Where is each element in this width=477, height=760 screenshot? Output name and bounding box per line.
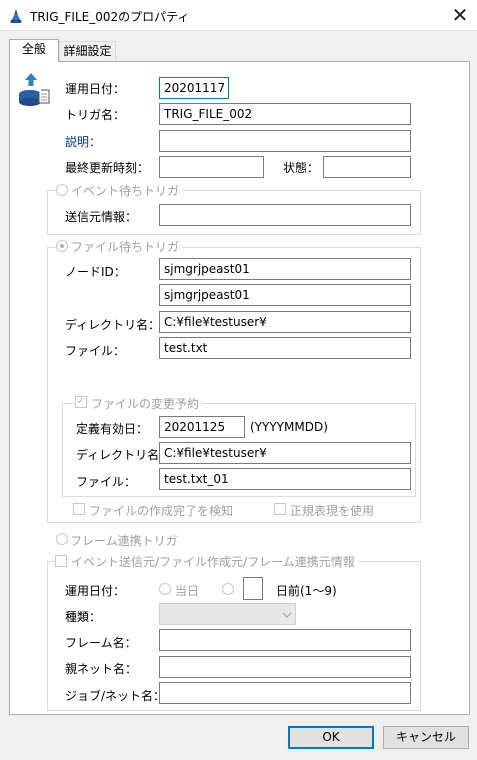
directory-label: ディレクトリ名： bbox=[65, 318, 161, 332]
status-input bbox=[323, 156, 411, 178]
frame-op-date-label: 運用日付： bbox=[65, 584, 126, 598]
last-updated-label: 最終更新時刻： bbox=[65, 161, 150, 175]
days-before-label: 日前(1〜9) bbox=[276, 584, 337, 598]
last-updated-input bbox=[159, 156, 264, 178]
days-before-input bbox=[243, 577, 263, 600]
detect-complete-label: ファイルの作成完了を検知 bbox=[89, 504, 234, 518]
sender-label: 送信元情報： bbox=[65, 210, 138, 224]
job-net-label: ジョブ/ネット名： bbox=[65, 689, 166, 703]
file-change-checkbox[interactable]: ✓ bbox=[75, 396, 87, 408]
description-label: 説明： bbox=[65, 135, 102, 149]
directory-input: C:¥file¥testuser¥ bbox=[159, 311, 411, 333]
event-trigger-title: イベント待ちトリガ bbox=[68, 182, 183, 199]
description-input[interactable] bbox=[159, 130, 411, 152]
sender-input bbox=[159, 204, 411, 226]
file-trigger-icon bbox=[15, 72, 51, 106]
today-radio[interactable] bbox=[159, 583, 171, 595]
effective-date-input: 20201125 bbox=[159, 416, 245, 438]
node-id-input: sjmgrjpeast01 bbox=[159, 258, 411, 280]
source-info-checkbox[interactable] bbox=[55, 555, 67, 567]
file-trigger-title: ファイル待ちトリガ bbox=[68, 238, 183, 255]
frame-name-label: フレーム名： bbox=[65, 636, 137, 650]
change-file-input: test.txt_01 bbox=[159, 468, 411, 490]
regex-checkbox[interactable] bbox=[274, 503, 286, 515]
event-trigger-radio[interactable] bbox=[56, 184, 68, 196]
app-icon bbox=[8, 8, 24, 24]
file-input: test.txt bbox=[159, 337, 411, 359]
status-label: 状態： bbox=[283, 161, 320, 175]
file-label: ファイル： bbox=[65, 344, 126, 358]
op-date-input[interactable]: 20201117 bbox=[159, 77, 229, 99]
node-id-label: ノードID： bbox=[65, 265, 126, 279]
trigger-name-label: トリガ名： bbox=[65, 108, 126, 122]
node-id-input-2: sjmgrjpeast01 bbox=[159, 284, 411, 306]
change-file-label: ファイル： bbox=[76, 475, 137, 489]
type-label: 種類： bbox=[65, 610, 102, 624]
cancel-button[interactable]: キャンセル bbox=[383, 726, 469, 749]
parent-net-label: 親ネット名： bbox=[65, 662, 138, 676]
op-date-label: 運用日付： bbox=[65, 82, 126, 96]
tab-advanced[interactable]: 詳細設定 bbox=[59, 41, 116, 61]
frame-name-input bbox=[159, 629, 411, 651]
tab-general[interactable]: 全般 bbox=[9, 39, 59, 62]
window-title: TRIG_FILE_002のプロパティ bbox=[30, 10, 190, 24]
frame-trigger-title: フレーム連携トリガ bbox=[70, 534, 178, 548]
file-trigger-radio[interactable] bbox=[56, 240, 68, 252]
trigger-name-input[interactable]: TRIG_FILE_002 bbox=[159, 103, 411, 125]
parent-net-input bbox=[159, 656, 411, 678]
effective-date-label: 定義有効日： bbox=[76, 422, 149, 436]
chevron-down-icon bbox=[282, 609, 292, 619]
source-info-title: イベント送信元/ファイル作成元/フレーム連携元情報 bbox=[68, 553, 358, 570]
file-change-title: ファイルの変更予約 bbox=[88, 395, 203, 412]
type-select[interactable] bbox=[159, 603, 296, 625]
days-before-radio[interactable] bbox=[222, 583, 234, 595]
frame-trigger-radio[interactable] bbox=[56, 533, 68, 545]
title-bar: TRIG_FILE_002のプロパティ ✕ bbox=[0, 0, 477, 31]
date-format-hint: (YYYYMMDD) bbox=[250, 420, 328, 434]
job-net-input bbox=[159, 682, 411, 704]
change-directory-label: ディレクトリ名： bbox=[76, 448, 172, 462]
detect-complete-checkbox[interactable] bbox=[73, 503, 85, 515]
regex-label: 正規表現を使用 bbox=[290, 504, 375, 518]
close-icon[interactable]: ✕ bbox=[447, 2, 473, 28]
change-directory-input: C:¥file¥testuser¥ bbox=[159, 442, 411, 464]
today-label: 当日 bbox=[175, 584, 200, 598]
ok-button[interactable]: OK bbox=[288, 726, 374, 749]
